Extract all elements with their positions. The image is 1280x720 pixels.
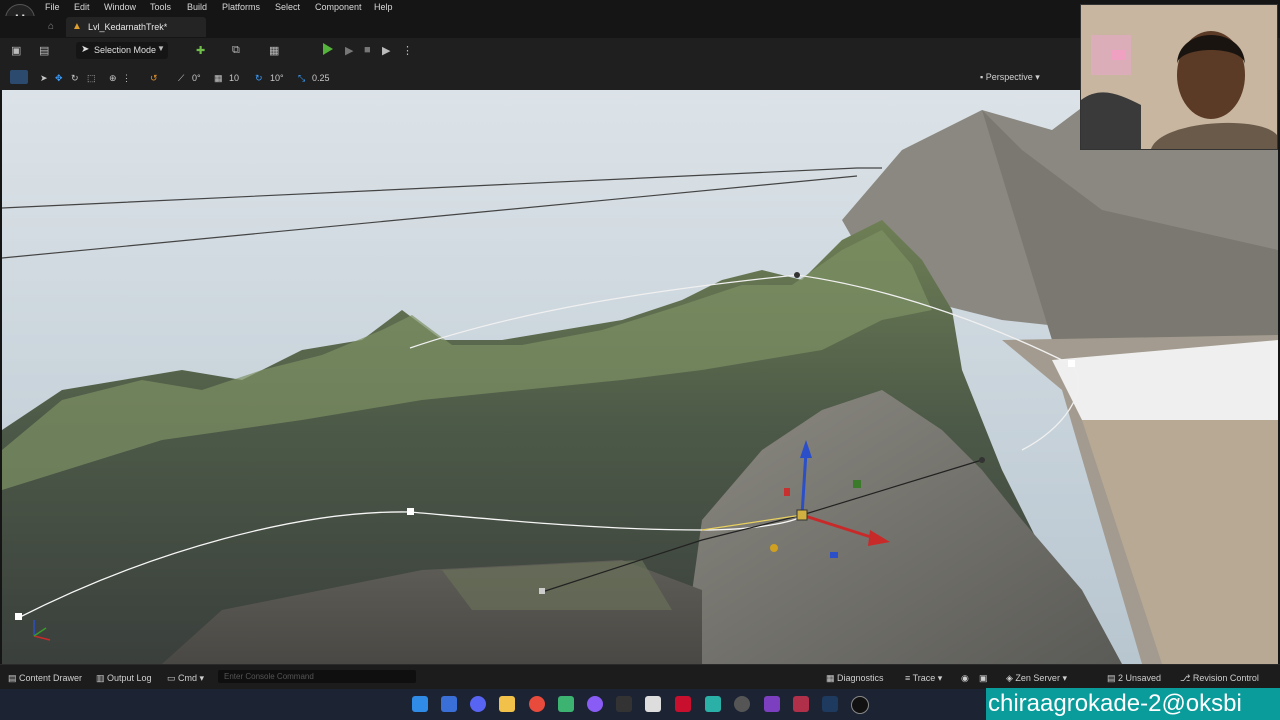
trace-dropdown[interactable]: ≡ Trace ▾: [905, 673, 942, 684]
content-drawer-label: Content Drawer: [19, 673, 83, 683]
app-icon[interactable]: [734, 696, 750, 712]
rotate-tool-icon[interactable]: ↻: [71, 73, 79, 84]
world-space-icon[interactable]: ⊕: [109, 73, 117, 84]
gizmo-handle: [770, 544, 778, 552]
browse-icon[interactable]: ▤: [39, 44, 49, 57]
spline-point: [1068, 360, 1075, 367]
rotation-value[interactable]: 0°: [192, 73, 201, 83]
viewport-scene: [2, 90, 1278, 664]
stop-icon[interactable]: ■: [364, 44, 371, 56]
app-icon[interactable]: [645, 696, 661, 712]
zen-server-dropdown[interactable]: ◈ Zen Server ▾: [1006, 673, 1067, 684]
spline-point: [794, 272, 800, 278]
blueprint-icon[interactable]: ⧉: [232, 44, 240, 57]
level-icon: ▲: [72, 21, 82, 32]
spline-point: [539, 588, 545, 594]
menu-component[interactable]: Component: [315, 2, 362, 12]
play-button[interactable]: [323, 43, 333, 55]
menu-help[interactable]: Help: [374, 2, 393, 12]
menu-tools[interactable]: Tools: [150, 2, 171, 12]
scale-tool-icon[interactable]: ⬚: [87, 73, 96, 84]
content-drawer-button[interactable]: ▤ Content Drawer: [8, 673, 82, 684]
menu-select[interactable]: Select: [275, 2, 300, 12]
grid-snap-value[interactable]: 10: [229, 73, 239, 83]
watermark-overlay: chiraagrokade-2@oksbi: [986, 688, 1280, 720]
start-icon[interactable]: [412, 696, 428, 712]
diagnostics-button[interactable]: ▦ Diagnostics: [826, 673, 884, 684]
discord-icon[interactable]: [470, 696, 486, 712]
rotation-snap-icon[interactable]: ↻: [255, 73, 263, 84]
translate-tool-icon[interactable]: ✥: [55, 73, 63, 84]
chevron-down-icon: ▼: [157, 44, 165, 53]
spline-point: [407, 508, 414, 515]
revision-control-button[interactable]: ⎇ Revision Control: [1180, 673, 1259, 684]
gizmo-plane: [784, 488, 790, 496]
level-tab[interactable]: ▲ Lvl_KedarnathTrek*: [66, 17, 206, 37]
unreal-taskbar-icon[interactable]: [851, 696, 869, 714]
webcam-overlay: [1080, 4, 1278, 150]
unsaved-label: 2 Unsaved: [1118, 673, 1162, 683]
console-input[interactable]: Enter Console Command: [218, 670, 416, 683]
zen-server-label: Zen Server: [1015, 673, 1060, 683]
menu-build[interactable]: Build: [187, 2, 207, 12]
record-icon[interactable]: ◉: [961, 673, 969, 684]
step-icon[interactable]: ▶: [345, 44, 353, 57]
more-options-icon[interactable]: ⋮: [402, 44, 413, 57]
trace-label: Trace: [912, 673, 936, 683]
home-icon[interactable]: ⌂: [48, 21, 54, 32]
cmd-label: Cmd: [178, 673, 198, 683]
launch-icon[interactable]: ▶: [382, 44, 390, 57]
app-icon[interactable]: [705, 696, 721, 712]
menu-edit[interactable]: Edit: [74, 2, 90, 12]
diagnostics-label: Diagnostics: [837, 673, 884, 683]
unsaved-button[interactable]: ▤ 2 Unsaved: [1107, 673, 1161, 684]
chrome-icon[interactable]: [529, 696, 545, 712]
select-tool-icon[interactable]: ➤: [40, 73, 48, 84]
selection-mode-dropdown[interactable]: ➤ Selection Mode ▼: [76, 42, 168, 59]
grid-snap-icon[interactable]: ▦: [214, 73, 223, 84]
gizmo-plane: [830, 552, 838, 558]
level-tab-label: Lvl_KedarnathTrek*: [88, 22, 168, 32]
spline-point: [979, 457, 985, 463]
app-icon[interactable]: [675, 696, 691, 712]
rotation-snap-value[interactable]: 10°: [270, 73, 284, 83]
capture-icon[interactable]: ▣: [979, 673, 988, 684]
folder-icon[interactable]: [499, 696, 515, 712]
menu-platforms[interactable]: Platforms: [222, 2, 260, 12]
menu-window[interactable]: Window: [104, 2, 136, 12]
scale-snap-value[interactable]: 0.25: [312, 73, 330, 83]
more-icon[interactable]: ⋮: [122, 73, 131, 84]
visual-studio-icon[interactable]: [764, 696, 780, 712]
photoshop-icon[interactable]: [822, 696, 838, 712]
spline-point: [15, 613, 22, 620]
app-icon[interactable]: [441, 696, 457, 712]
perspective-dropdown[interactable]: ▪ Perspective ▾: [980, 72, 1040, 83]
menu-file[interactable]: File: [45, 2, 60, 12]
level-viewport[interactable]: [2, 90, 1278, 664]
perspective-label: Perspective: [985, 72, 1033, 82]
cursor-icon: ➤: [81, 44, 90, 55]
gizmo-plane: [853, 480, 861, 488]
cinematics-icon[interactable]: ▦: [269, 44, 279, 57]
revision-control-label: Revision Control: [1192, 673, 1259, 683]
app-icon[interactable]: [793, 696, 809, 712]
add-actor-icon[interactable]: ✚: [196, 44, 205, 57]
save-icon[interactable]: ▣: [11, 44, 21, 57]
rotation-value-icon: ⟋: [178, 73, 185, 83]
scale-snap-icon[interactable]: ⤡: [298, 73, 305, 84]
gizmo-center: [796, 509, 808, 521]
surface-snap-icon[interactable]: ↺: [150, 73, 158, 84]
terminal-icon[interactable]: [616, 696, 632, 712]
console-placeholder: Enter Console Command: [224, 672, 314, 681]
cmd-dropdown[interactable]: ▭ Cmd ▾: [167, 673, 204, 684]
viewport-menu-icon[interactable]: [10, 70, 28, 84]
app-icon[interactable]: [587, 696, 603, 712]
app-icon[interactable]: [558, 696, 574, 712]
output-log-button[interactable]: ▥ Output Log: [96, 673, 152, 684]
selection-mode-label: Selection Mode: [94, 45, 157, 55]
output-log-label: Output Log: [107, 673, 152, 683]
